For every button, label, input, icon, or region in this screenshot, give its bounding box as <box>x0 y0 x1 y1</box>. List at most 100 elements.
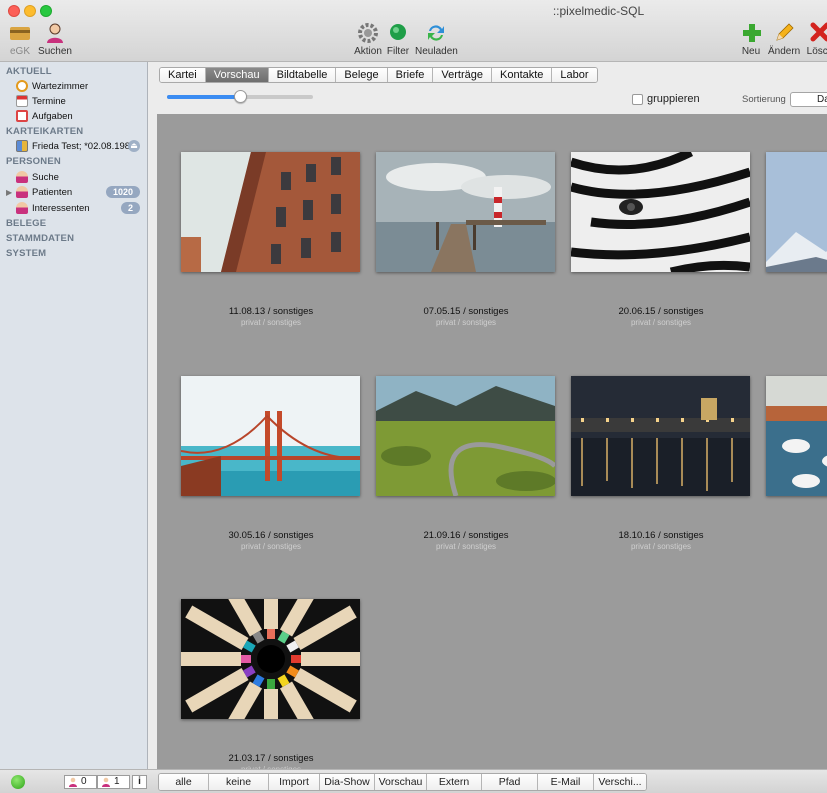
bottom-button-keine[interactable]: keine <box>209 774 269 790</box>
plus-icon <box>743 24 761 42</box>
sort-label: Sortierung <box>742 94 786 105</box>
tab-briefe[interactable]: Briefe <box>387 68 434 82</box>
tab-kontakte[interactable]: Kontakte <box>492 68 553 82</box>
person-search-icon <box>47 23 63 43</box>
gallery-item[interactable]: 18.10.16 / sonstiges privat / sonstiges <box>571 376 751 551</box>
sidebar-item-termine[interactable]: Termine <box>16 93 144 109</box>
gear-icon <box>358 23 378 43</box>
sidebar-item-interessenten[interactable]: Interessenten 2 <box>16 200 144 216</box>
section-aktuell: AKTUELL <box>6 66 52 77</box>
aktion-button[interactable]: Aktion <box>353 22 383 57</box>
zoom-slider[interactable] <box>167 90 313 103</box>
gallery-item-subcaption: privat / sonstiges <box>630 542 692 551</box>
sort-dropdown[interactable]: Da <box>790 92 827 107</box>
building-facade-photo[interactable] <box>181 152 360 272</box>
checkbox-box[interactable] <box>632 93 643 105</box>
gallery-item-caption: 30.05.16 / sonstiges <box>228 530 314 541</box>
swans-photo[interactable] <box>766 376 827 496</box>
bottom-button-verschi[interactable]: Verschi... <box>594 774 646 790</box>
gallery-item-subcaption: privat / sonstiges <box>240 542 302 551</box>
sidebar-item-wartezimmer[interactable]: Wartezimmer <box>16 78 144 94</box>
bottom-button-dia-show[interactable]: Dia-Show <box>320 774 375 790</box>
task-icon <box>16 110 28 122</box>
calendar-icon <box>16 95 28 107</box>
bottom-button-extern[interactable]: Extern <box>427 774 482 790</box>
pencil-icon <box>776 23 794 41</box>
gallery-item-caption: 19.1 <box>766 530 827 541</box>
road-valley-photo[interactable] <box>376 376 555 496</box>
zoom-slider-knob[interactable] <box>234 90 247 103</box>
neuladen-label: Neuladen <box>415 46 458 57</box>
mountain-photo[interactable] <box>766 152 827 272</box>
neuladen-button[interactable]: Neuladen <box>415 22 458 57</box>
bottom-button-pfad[interactable]: Pfad <box>482 774 538 790</box>
gallery-item-subcaption: privat / sonstiges <box>240 318 302 327</box>
clock-icon <box>16 80 28 92</box>
tab-belege[interactable]: Belege <box>336 68 388 82</box>
tab-kartei[interactable]: Kartei <box>160 68 206 82</box>
tab-vorschau[interactable]: Vorschau <box>205 68 269 82</box>
count-b-value: 1 <box>114 776 120 787</box>
colored-pencils-photo[interactable] <box>181 599 360 719</box>
sidebar-item-label: Frieda Test; *02.08.198... <box>32 140 138 152</box>
gallery-item-subcaption: privat / sonstiges <box>435 318 497 327</box>
person-icon <box>16 202 28 214</box>
bottom-button-import[interactable]: Import <box>269 774 320 790</box>
tab-labor[interactable]: Labor <box>552 68 597 82</box>
lighthouse-pier-photo[interactable] <box>376 152 555 272</box>
patienten-count-badge: 1020 <box>105 186 140 198</box>
loeschen-label: Lösch <box>806 46 827 57</box>
sidebar-item-label: Wartezimmer <box>32 80 89 92</box>
group-checkbox[interactable]: gruppieren <box>632 93 700 105</box>
group-label: gruppieren <box>647 93 700 105</box>
gallery-item[interactable]: 20.06.15 / sonstiges privat / sonstiges <box>571 152 751 327</box>
bottom-button-vorschau[interactable]: Vorschau <box>375 774 427 790</box>
app-window: ::pixelmedic-SQL eGK Suchen Aktion Filte… <box>0 0 827 793</box>
count-a-value: 0 <box>81 776 87 787</box>
window-title: ::pixelmedic-SQL <box>552 4 645 18</box>
card-reader-icon <box>10 27 30 40</box>
sidebar-item-patient-card[interactable]: Frieda Test; *02.08.198... ⏏ <box>16 138 144 154</box>
bottom-button-alle[interactable]: alle <box>159 774 209 790</box>
loeschen-button[interactable]: Lösch <box>805 22 827 57</box>
gallery-item[interactable]: 19.1p <box>766 376 827 551</box>
section-stammdaten[interactable]: STAMMDATEN <box>6 233 74 244</box>
aendern-label: Ändern <box>768 46 801 57</box>
tab-bildtabelle[interactable]: Bildtabelle <box>268 68 337 82</box>
sidebar-item-aufgaben[interactable]: Aufgaben <box>16 108 144 124</box>
eject-icon[interactable]: ⏏ <box>128 140 140 152</box>
gallery-item[interactable]: 19.1p <box>766 152 827 327</box>
sidebar-item-patienten[interactable]: ▶ Patienten 1020 <box>6 184 144 200</box>
sidebar-item-label: Aufgaben <box>32 110 73 122</box>
gallery-item[interactable]: 11.08.13 / sonstiges privat / sonstiges <box>181 152 361 327</box>
image-gallery: 11.08.13 / sonstiges privat / sonstiges 07… <box>157 114 827 769</box>
tab-bar: Kartei Vorschau Bildtabelle Belege Briefe Ver… <box>159 67 598 83</box>
suchen-label: Suchen <box>38 46 72 57</box>
reload-icon <box>428 25 444 41</box>
section-system[interactable]: SYSTEM <box>6 248 46 259</box>
gallery-item[interactable]: 21.03.17 / sonstigesprivat / sonstiges <box>181 599 361 769</box>
bridge-night-photo[interactable] <box>571 376 750 496</box>
person-icon <box>16 186 28 198</box>
filter-label: Filter <box>386 46 410 57</box>
filter-button[interactable]: Filter <box>386 22 410 57</box>
golden-gate-photo[interactable] <box>181 376 360 496</box>
bottom-button-e-mail[interactable]: E-Mail <box>538 774 594 790</box>
info-button[interactable]: i <box>132 775 147 789</box>
gallery-item-caption: 19.1 <box>766 306 827 317</box>
gallery-item[interactable]: 30.05.16 / sonstiges privat / sonstiges <box>181 376 361 551</box>
person-icon <box>69 777 77 787</box>
gallery-item[interactable]: 07.05.15 / sonstiges privat / sonstiges <box>376 152 556 327</box>
sidebar-item-suche[interactable]: Suche <box>16 169 144 185</box>
title-bar: ::pixelmedic-SQL eGK Suchen Aktion Filte… <box>0 0 827 62</box>
neu-button[interactable]: Neu <box>740 22 762 57</box>
suchen-button[interactable]: Suchen <box>38 22 72 57</box>
tab-vertr-ge[interactable]: Verträge <box>433 68 492 82</box>
gallery-item[interactable]: 21.09.16 / sonstiges privat / sonstiges <box>376 376 556 551</box>
disclosure-triangle-icon[interactable]: ▶ <box>6 188 12 197</box>
egk-button[interactable]: eGK <box>6 22 34 57</box>
person-icon <box>16 171 28 183</box>
zebra-photo[interactable] <box>571 152 750 272</box>
section-belege[interactable]: BELEGE <box>6 218 46 229</box>
aendern-button[interactable]: Ändern <box>768 22 800 57</box>
